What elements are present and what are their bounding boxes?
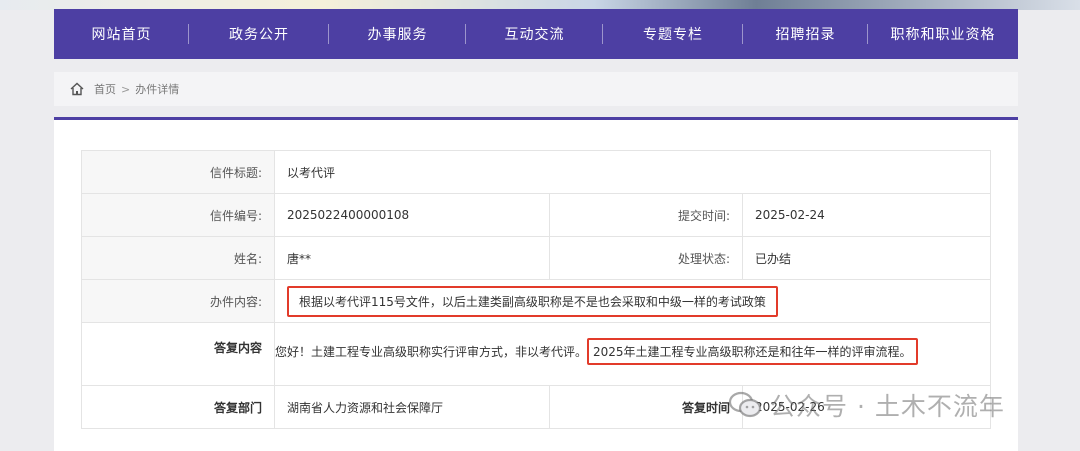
status-value: 已办结: [742, 236, 991, 280]
submit-time-label: 提交时间:: [549, 193, 743, 237]
content-value-highlighted: 根据以考代评115号文件，以后土建类副高级职称是不是也会采取和中级一样的考试政策: [287, 285, 778, 317]
reply-text-part2-highlighted: 2025年土建工程专业高级职称还是和往年一样的评审流程。: [587, 338, 918, 365]
status-label: 处理状态:: [549, 236, 743, 280]
content-cell: 根据以考代评115号文件，以后土建类副高级职称是不是也会采取和中级一样的考试政策: [274, 279, 991, 323]
letter-number-value: 2025022400000108: [274, 193, 550, 237]
table-row: 信件编号: 2025022400000108 提交时间: 2025-02-24: [81, 193, 991, 237]
reply-time-label: 答复时间: [549, 385, 743, 429]
nav-item-topics[interactable]: 专题专栏: [603, 9, 743, 59]
letter-number-label: 信件编号:: [81, 193, 275, 237]
watermark-text: 公众号 · 土木不流年: [770, 392, 1005, 421]
breadcrumb-current: 办件详情: [135, 83, 180, 96]
nav-item-services[interactable]: 办事服务: [329, 9, 466, 59]
reply-dept-value: 湖南省人力资源和社会保障厅: [274, 385, 550, 429]
reply-label: 答复内容: [81, 322, 275, 386]
table-row: 答复内容 您好！土建工程专业高级职称实行评审方式，非以考代评。 2025年土建工程…: [81, 322, 991, 386]
wechat-official-account-icon: [728, 391, 762, 418]
name-value: 唐**: [274, 236, 550, 280]
table-row: 办件内容: 根据以考代评115号文件，以后土建类副高级职称是不是也会采取和中级一…: [81, 279, 991, 323]
name-label: 姓名:: [81, 236, 275, 280]
nav-item-recruitment[interactable]: 招聘招录: [743, 9, 868, 59]
wechat-watermark: 公众号 · 土木不流年: [728, 385, 1005, 425]
content-label: 办件内容:: [81, 279, 275, 323]
nav-item-home[interactable]: 网站首页: [54, 9, 189, 59]
reply-dept-label: 答复部门: [81, 385, 275, 429]
nav-item-gov-affairs[interactable]: 政务公开: [189, 9, 329, 59]
table-row: 姓名: 唐** 处理状态: 已办结: [81, 236, 991, 280]
nav-item-interaction[interactable]: 互动交流: [466, 9, 603, 59]
home-icon[interactable]: [70, 82, 84, 96]
table-row: 信件标题: 以考代评: [81, 150, 991, 194]
breadcrumb-home-link[interactable]: 首页: [94, 81, 116, 97]
main-nav: 网站首页 政务公开 办事服务 互动交流 专题专栏 招聘招录 职称和职业资格: [54, 9, 1018, 59]
letter-title-label: 信件标题:: [81, 150, 275, 194]
nav-item-titles-qualifications[interactable]: 职称和职业资格: [868, 9, 1018, 59]
breadcrumb-separator: >: [121, 82, 131, 96]
breadcrumb: 首页 > 办件详情: [54, 72, 1018, 106]
reply-text-part1: 您好！土建工程专业高级职称实行评审方式，非以考代评。: [275, 345, 588, 359]
submit-time-value: 2025-02-24: [742, 193, 991, 237]
reply-content-cell: 您好！土建工程专业高级职称实行评审方式，非以考代评。 2025年土建工程专业高级职…: [274, 322, 991, 386]
letter-title-value: 以考代评: [274, 150, 991, 194]
